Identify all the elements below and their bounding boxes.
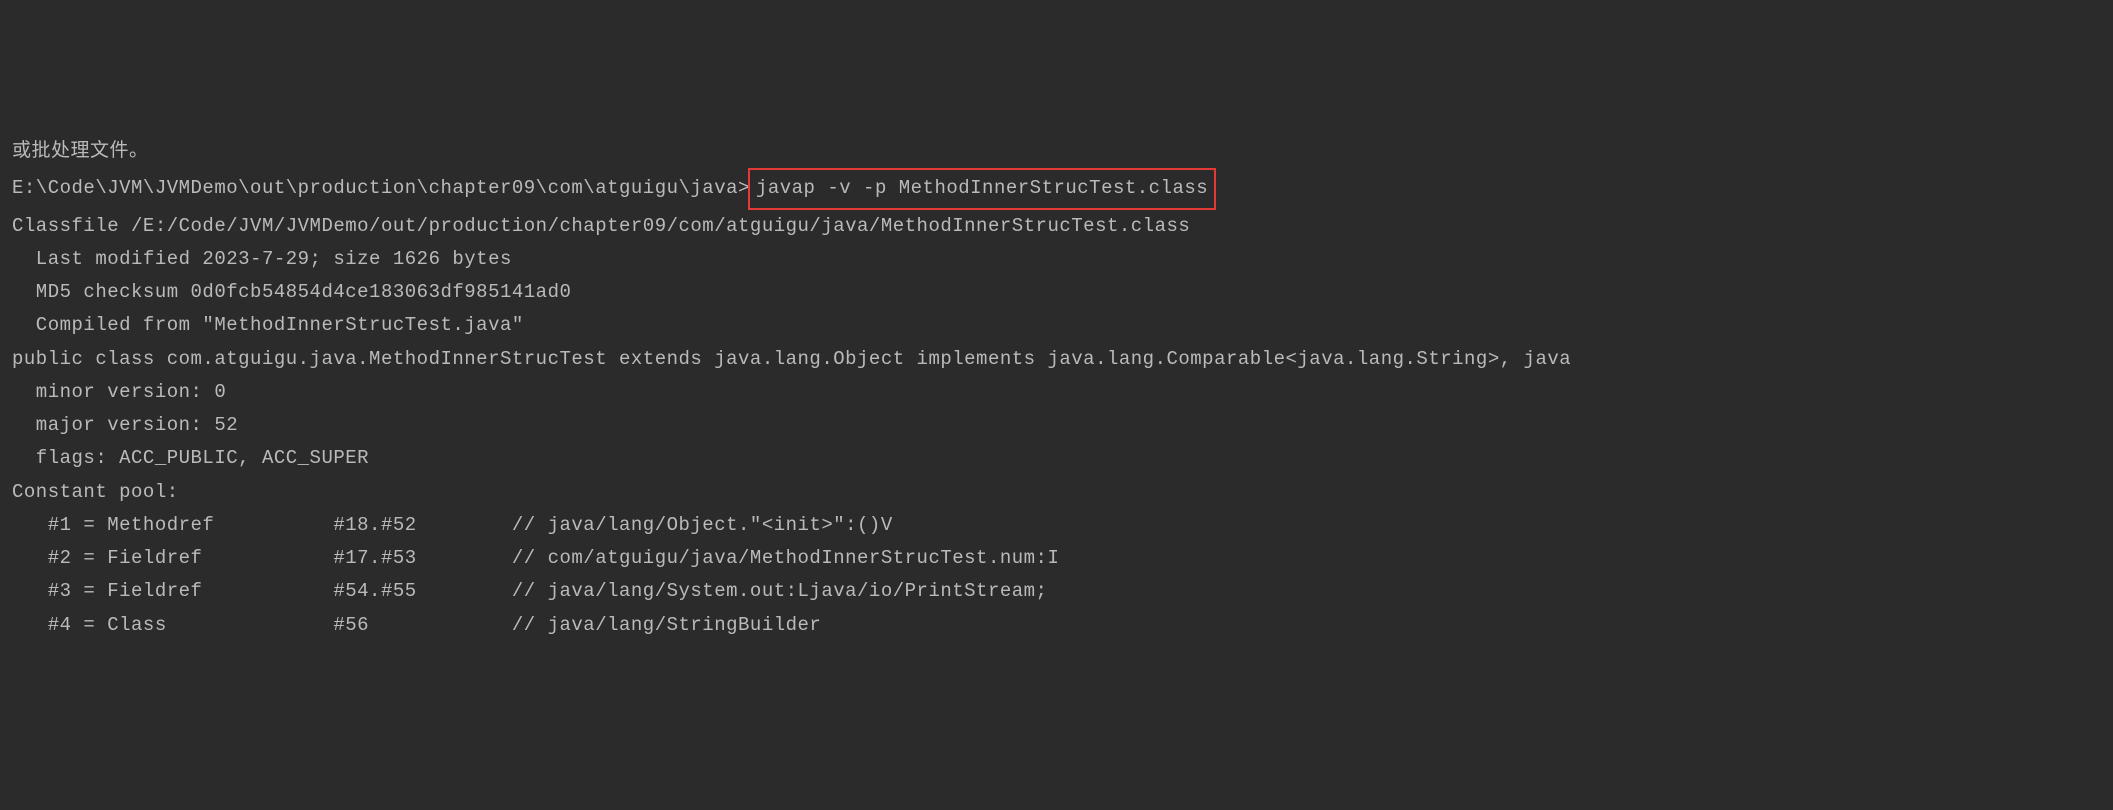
output-last-modified: Last modified 2023-7-29; size 1626 bytes	[12, 243, 2101, 276]
output-constant-1: #1 = Methodref #18.#52 // java/lang/Obje…	[12, 509, 2101, 542]
output-constant-pool-header: Constant pool:	[12, 476, 2101, 509]
output-constant-2: #2 = Fieldref #17.#53 // com/atguigu/jav…	[12, 542, 2101, 575]
output-constant-4: #4 = Class #56 // java/lang/StringBuilde…	[12, 609, 2101, 642]
terminal-output: 或批处理文件。 E:\Code\JVM\JVMDemo\out\productio…	[12, 135, 2101, 642]
output-constant-3: #3 = Fieldref #54.#55 // java/lang/Syste…	[12, 575, 2101, 608]
output-md5: MD5 checksum 0d0fcb54854d4ce183063df9851…	[12, 276, 2101, 309]
output-major-version: major version: 52	[12, 409, 2101, 442]
command-line[interactable]: E:\Code\JVM\JVMDemo\out\production\chapt…	[12, 168, 2101, 209]
output-flags: flags: ACC_PUBLIC, ACC_SUPER	[12, 442, 2101, 475]
output-class-declaration: public class com.atguigu.java.MethodInne…	[12, 343, 2101, 376]
output-minor-version: minor version: 0	[12, 376, 2101, 409]
output-classfile: Classfile /E:/Code/JVM/JVMDemo/out/produ…	[12, 210, 2101, 243]
command-highlight: javap -v -p MethodInnerStrucTest.class	[748, 168, 1216, 209]
error-message-tail: 或批处理文件。	[12, 135, 2101, 168]
output-compiled-from: Compiled from "MethodInnerStrucTest.java…	[12, 309, 2101, 342]
prompt-path: E:\Code\JVM\JVMDemo\out\production\chapt…	[12, 177, 750, 199]
